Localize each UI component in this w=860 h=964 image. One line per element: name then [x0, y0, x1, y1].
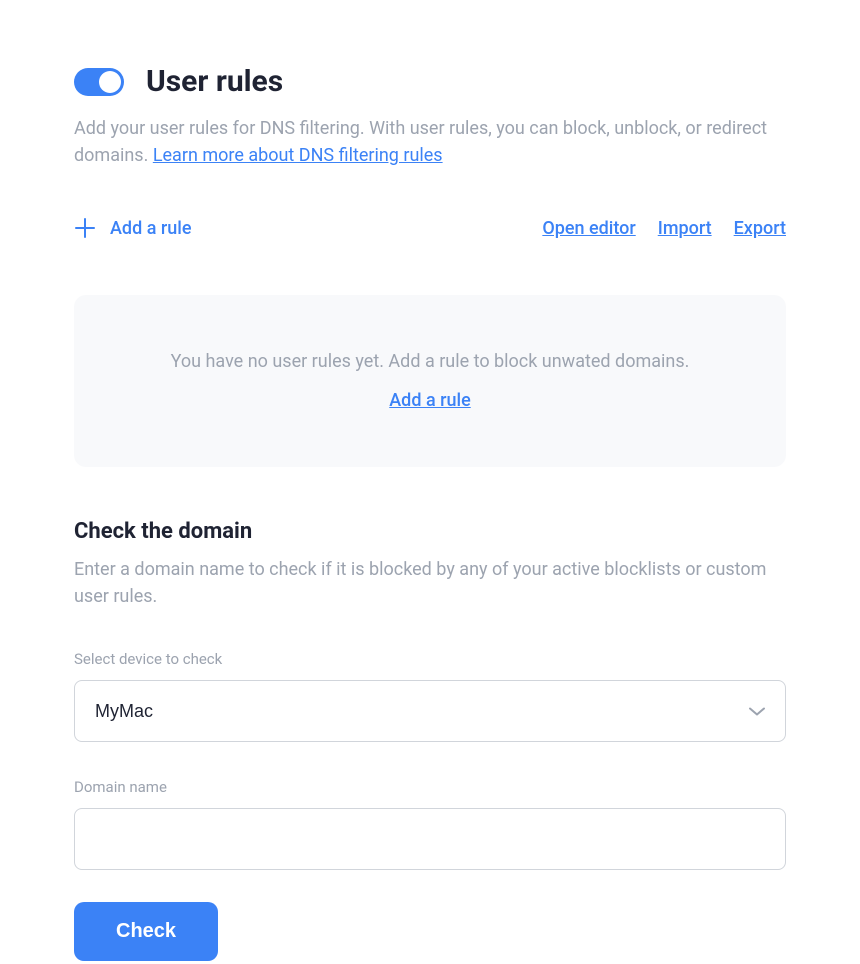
empty-state: You have no user rules yet. Add a rule t…	[74, 295, 786, 467]
add-rule-label: Add a rule	[110, 218, 191, 239]
check-domain-description: Enter a domain name to check if it is bl…	[74, 556, 786, 610]
domain-input[interactable]	[74, 808, 786, 870]
page-title: User rules	[146, 64, 283, 99]
domain-input-wrapper	[74, 808, 786, 870]
header-row: User rules	[74, 64, 786, 99]
check-button[interactable]: Check	[74, 902, 218, 961]
page-description: Add your user rules for DNS filtering. W…	[74, 115, 786, 169]
import-link[interactable]: Import	[658, 218, 712, 239]
empty-state-message: You have no user rules yet. Add a rule t…	[104, 351, 756, 372]
check-domain-title: Check the domain	[74, 519, 786, 544]
toggle-knob	[99, 71, 121, 93]
device-select-label: Select device to check	[74, 650, 786, 668]
device-select[interactable]: MyMac	[74, 680, 786, 742]
open-editor-link[interactable]: Open editor	[542, 218, 635, 239]
empty-add-rule-link[interactable]: Add a rule	[389, 390, 470, 411]
device-select-wrapper: MyMac	[74, 680, 786, 742]
learn-more-link[interactable]: Learn more about DNS filtering rules	[153, 145, 443, 166]
toolbar: Add a rule Open editor Import Export	[74, 217, 786, 239]
user-rules-panel: User rules Add your user rules for DNS f…	[0, 0, 860, 964]
domain-input-label: Domain name	[74, 778, 786, 796]
export-link[interactable]: Export	[734, 218, 786, 239]
toolbar-right: Open editor Import Export	[542, 218, 786, 239]
add-rule-button[interactable]: Add a rule	[74, 217, 191, 239]
user-rules-toggle[interactable]	[74, 68, 124, 96]
plus-icon	[74, 217, 96, 239]
